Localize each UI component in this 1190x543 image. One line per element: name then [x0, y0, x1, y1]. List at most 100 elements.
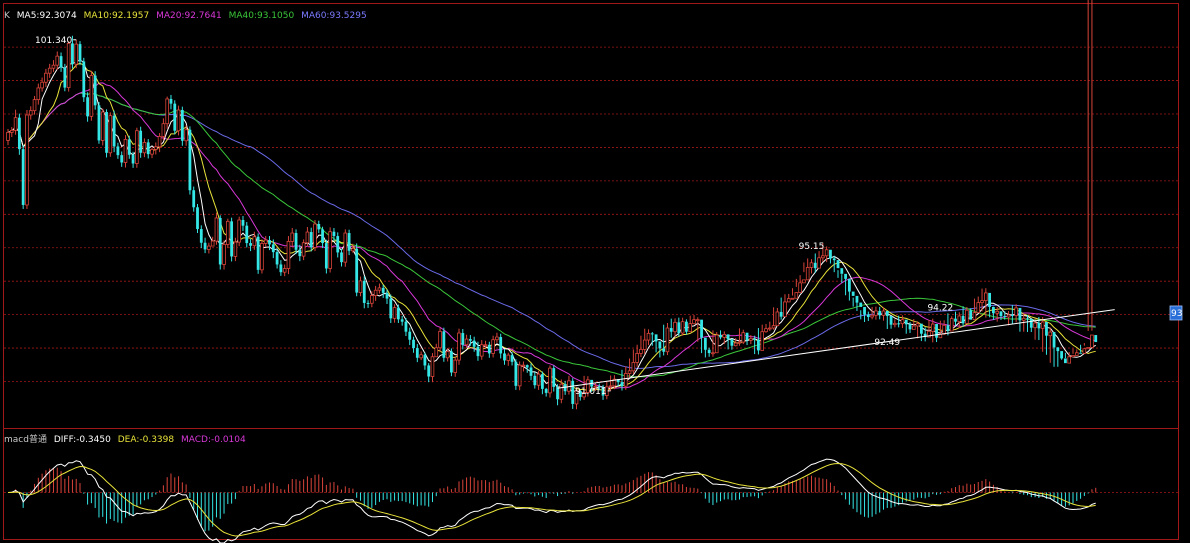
candle-body-down — [836, 260, 840, 269]
candle-body-down — [336, 236, 340, 253]
candle-body-up — [915, 323, 920, 327]
candle-body-up — [214, 217, 219, 242]
candle-body-down — [427, 365, 431, 377]
candle-body-up — [821, 255, 825, 259]
candle-body-up — [479, 344, 484, 357]
candle-body-up — [711, 352, 715, 355]
candle-body-down — [703, 337, 707, 350]
macd-legend: macd普通 DIFF:-0.3450 DEA:-0.3398 MACD:-0.… — [4, 432, 250, 445]
candle-body-up — [506, 354, 511, 361]
candle-body-down — [863, 306, 866, 315]
candle-body-down — [961, 315, 965, 324]
candle-body-up — [1014, 307, 1018, 317]
candle-body-up — [210, 240, 215, 247]
candle-body-up — [559, 383, 564, 400]
candle-body-up — [150, 149, 154, 155]
candle-body-up — [1033, 322, 1037, 329]
candle-body-down — [347, 233, 351, 251]
candle-body-up — [984, 292, 988, 301]
candle-body-down — [844, 273, 847, 279]
candle-body-down — [71, 43, 74, 65]
candle-body-down — [78, 44, 82, 62]
candle-body-down — [855, 295, 859, 303]
candle-body-up — [184, 129, 188, 142]
candle-body-up — [358, 280, 363, 293]
ma40-label: MA40:93.1050 — [228, 11, 295, 21]
candle-body-up — [453, 359, 458, 373]
candle-body-up — [741, 332, 746, 343]
candle-body-up — [343, 232, 348, 263]
candle-body-down — [105, 111, 108, 153]
candle-body-down — [919, 323, 923, 334]
candle-body-up — [749, 338, 753, 341]
candle-body-up — [290, 232, 295, 242]
candle-body-up — [635, 353, 639, 363]
candle-body-down — [127, 139, 131, 155]
candle-body-down — [552, 368, 556, 387]
candle-body-up — [809, 262, 814, 268]
candle-body-down — [146, 142, 150, 155]
candle-body-down — [866, 314, 870, 317]
candle-body-up — [226, 220, 230, 245]
candle-body-up — [263, 239, 268, 244]
ma5-line — [7, 59, 1096, 394]
candle-body-up — [373, 289, 378, 296]
candle-body-up — [930, 323, 935, 332]
candle-body-down — [112, 115, 116, 147]
candle-body-up — [680, 321, 685, 334]
candle-body-down — [120, 155, 124, 163]
candle-body-up — [665, 327, 670, 353]
candle-body-up — [627, 370, 632, 374]
candle-body-down — [1029, 318, 1033, 328]
candle-body-up — [28, 110, 33, 116]
candle-body-down — [529, 367, 533, 376]
candle-body-down — [450, 351, 453, 373]
candle-body-down — [412, 339, 415, 349]
candle-body-up — [870, 314, 874, 318]
candle-body-up — [434, 347, 439, 358]
candle-body-up — [942, 324, 946, 335]
candle-body-up — [66, 43, 71, 88]
ma10-label: MA10:92.1957 — [83, 11, 150, 21]
candle-body-down — [1045, 321, 1048, 336]
candle-body-up — [536, 373, 541, 386]
candle-body-down — [935, 324, 938, 338]
candle-body-down — [404, 321, 408, 332]
candle-body-down — [324, 243, 328, 269]
candle-body-up — [100, 111, 105, 141]
candle-body-up — [55, 55, 60, 66]
candle-body-up — [282, 268, 287, 273]
candle-body-down — [366, 302, 370, 304]
candle-body-up — [949, 318, 954, 332]
candle-body-up — [805, 267, 810, 281]
candle-body-up — [165, 98, 169, 125]
candle-body-down — [332, 231, 336, 237]
candle-body-up — [123, 139, 128, 163]
candle-body-up — [790, 297, 795, 300]
candle-body-down — [298, 249, 302, 257]
candle-body-down — [294, 233, 298, 250]
candle-body-down — [556, 386, 559, 400]
candle-body-down — [904, 319, 908, 325]
candle-body-down — [1060, 351, 1064, 359]
candle-body-down — [355, 248, 359, 293]
candle-body-down — [540, 374, 544, 389]
candle-body-down — [832, 258, 836, 261]
candle-body-up — [351, 248, 355, 252]
candle-body-up — [457, 332, 461, 361]
candle-body-down — [753, 338, 757, 340]
candle-body-up — [673, 321, 677, 333]
candle-body-down — [476, 346, 480, 357]
candle-body-down — [169, 98, 173, 104]
candle-body-up — [301, 242, 306, 257]
candle-body-up — [377, 287, 382, 291]
candle-body-up — [900, 319, 905, 325]
price-tag-label: 93 — [1171, 309, 1182, 319]
candle-body-up — [495, 336, 499, 341]
candle-body-down — [700, 319, 703, 338]
candle-body-down — [859, 302, 863, 307]
candle-body-down — [571, 380, 575, 404]
macd-diff-label: DIFF:-0.3450 — [53, 435, 111, 445]
candlestick-chart[interactable]: 101.340 95.15 94.22 92.49 91.011 93 — [0, 0, 1190, 543]
extreme-label: 101.340 — [35, 36, 72, 46]
